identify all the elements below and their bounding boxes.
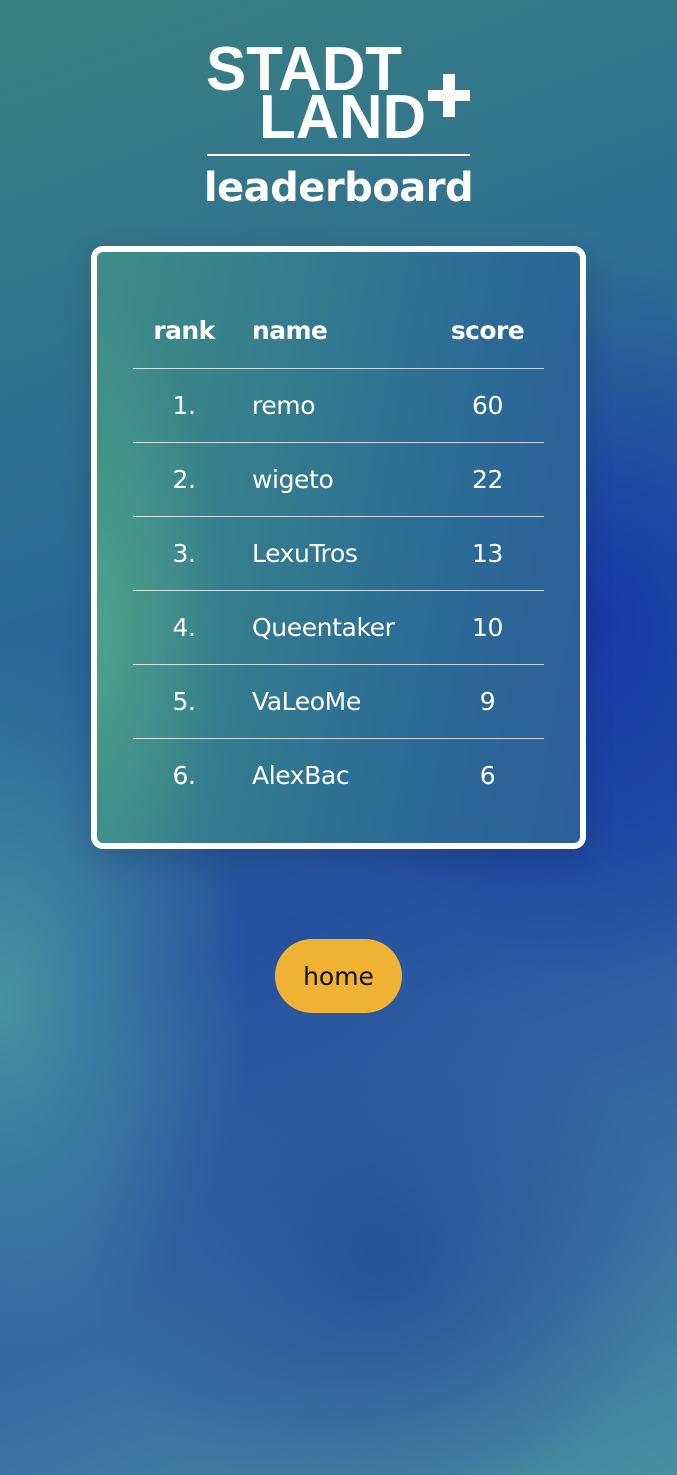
score-cell: 9 — [431, 664, 544, 739]
table-row: 6. AlexBac 6 — [133, 738, 544, 812]
logo-line2: LAND — [259, 83, 426, 144]
table-row: 5. VaLeoMe 9 — [133, 664, 544, 739]
score-cell: 10 — [431, 590, 544, 665]
name-cell: Queentaker — [235, 590, 431, 665]
column-header-name: name — [235, 294, 431, 369]
score-cell: 13 — [431, 516, 544, 591]
table-row: 3. LexuTros 13 — [133, 516, 544, 591]
table-row: 4. Queentaker 10 — [133, 590, 544, 665]
name-cell: LexuTros — [235, 516, 431, 591]
page-title: leaderboard — [203, 165, 474, 211]
logo-plus-vertical — [443, 74, 455, 117]
leaderboard-table: rank name score 1. remo 60 2. wigeto 22 … — [133, 294, 544, 812]
rank-cell: 6. — [172, 760, 196, 790]
stadt-land-plus-logo: STADT LAND — [206, 44, 470, 144]
rank-cell: 1. — [133, 368, 235, 443]
column-header-score: score — [431, 294, 544, 369]
rank-cell: 4. — [133, 590, 235, 665]
leaderboard-card: rank name score 1. remo 60 2. wigeto 22 … — [91, 246, 586, 849]
rank-cell: 3. — [133, 516, 235, 591]
column-header-rank: rank — [133, 294, 235, 369]
rank-cell: 2. — [133, 442, 235, 517]
name-cell: VaLeoMe — [235, 664, 431, 739]
score-cell: 6 — [479, 760, 496, 790]
score-cell: 22 — [431, 442, 544, 517]
table-row: 1. remo 60 — [133, 368, 544, 443]
logo-divider — [207, 154, 470, 156]
name-cell: wigeto — [235, 442, 431, 517]
app-logo: STADT LAND — [206, 44, 472, 144]
rank-cell: 5. — [133, 664, 235, 739]
table-row: 2. wigeto 22 — [133, 442, 544, 517]
name-cell: remo — [235, 368, 431, 443]
name-cell: AlexBac — [252, 760, 350, 790]
score-cell: 60 — [431, 368, 544, 443]
home-button[interactable]: home — [275, 939, 402, 1013]
table-header-row: rank name score — [133, 294, 544, 369]
